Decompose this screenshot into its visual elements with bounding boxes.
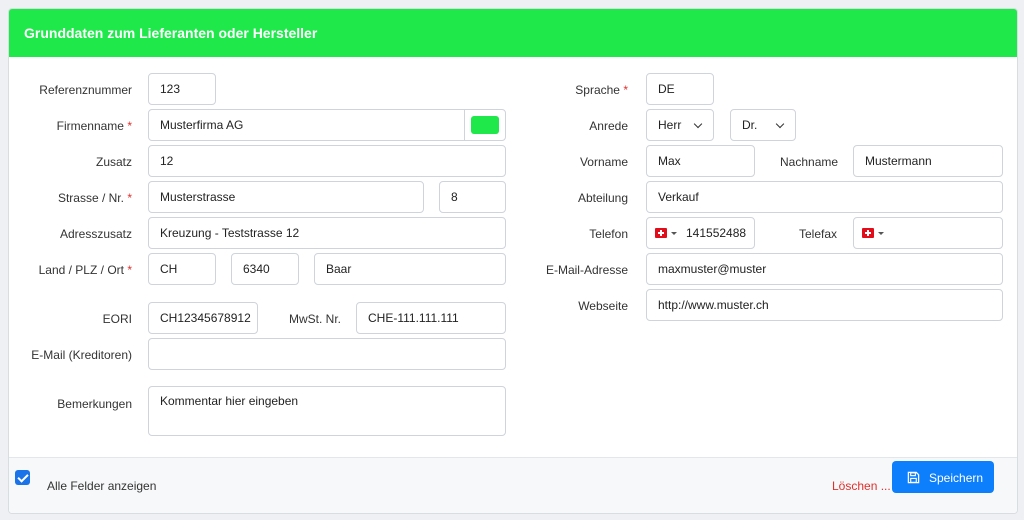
form-title: Grunddaten zum Lieferanten oder Herstell…	[24, 25, 318, 41]
land-plz-ort-label: Land / PLZ / Ort *	[38, 263, 132, 277]
vorname-input[interactable]: Max	[646, 145, 755, 177]
title-value: Dr.	[742, 118, 758, 132]
telefax-label: Telefax	[799, 227, 838, 241]
abteilung-label: Abteilung	[577, 191, 628, 205]
telefon-value: 141552488	[686, 226, 747, 240]
vorname-label: Vorname	[579, 155, 628, 169]
adresszusatz-input[interactable]: Kreuzung - Teststrasse 12	[148, 217, 506, 249]
ort-input[interactable]: Baar	[314, 253, 506, 285]
firmenname-label: Firmenname *	[56, 119, 132, 133]
strasse-label: Strasse / Nr. *	[57, 191, 132, 205]
anrede-label: Anrede	[589, 119, 628, 133]
mwst-input[interactable]: CHE-111.111.111	[356, 302, 506, 334]
plz-input[interactable]: 6340	[231, 253, 299, 285]
sprache-label: Sprache *	[575, 83, 628, 97]
show-all-fields-label[interactable]: Alle Felder anzeigen	[47, 479, 156, 493]
referenznummer-input[interactable]: 123	[148, 73, 216, 105]
caret-down-icon	[671, 232, 677, 235]
mwst-label: MwSt. Nr.	[289, 312, 342, 326]
floppy-disk-icon	[907, 471, 920, 484]
eori-label: EORI	[102, 312, 132, 326]
email-kreditoren-label: E-Mail (Kreditoren)	[31, 348, 132, 362]
anrede-value: Herr	[658, 118, 682, 132]
save-button[interactable]: Speichern	[892, 461, 994, 493]
telefon-label: Telefon	[589, 227, 628, 241]
zusatz-input[interactable]: 12	[148, 145, 506, 177]
referenznummer-label: Referenznummer	[39, 83, 132, 97]
abteilung-input[interactable]: Verkauf	[646, 181, 1003, 213]
form-header: Grunddaten zum Lieferanten oder Herstell…	[9, 9, 1017, 57]
delete-link[interactable]: Löschen ...	[832, 479, 891, 493]
webseite-input[interactable]: http://www.muster.ch	[646, 289, 1003, 321]
zusatz-label: Zusatz	[95, 155, 132, 169]
swiss-flag-icon[interactable]	[862, 228, 874, 238]
supplier-form-card: Grunddaten zum Lieferanten oder Herstell…	[8, 8, 1018, 514]
email-input[interactable]: maxmuster@muster	[646, 253, 1003, 285]
show-all-fields-checkbox[interactable]	[15, 470, 30, 485]
caret-down-icon	[878, 232, 884, 235]
color-picker-button[interactable]	[464, 109, 506, 141]
eori-input[interactable]: CH12345678912	[148, 302, 258, 334]
firmenname-input[interactable]: Musterfirma AG	[148, 109, 466, 141]
save-label: Speichern	[929, 471, 984, 485]
anrede-select[interactable]: Herr	[646, 109, 714, 141]
country-input[interactable]: CH	[148, 253, 216, 285]
nachname-input[interactable]: Mustermann	[853, 145, 1003, 177]
adresszusatz-label: Adresszusatz	[59, 227, 132, 241]
email-kreditoren-input[interactable]	[148, 338, 506, 370]
nachname-label: Nachname	[780, 155, 839, 169]
swiss-flag-icon[interactable]	[655, 228, 667, 238]
email-label: E-Mail-Adresse	[545, 263, 628, 277]
bemerkungen-label: Bemerkungen	[57, 397, 132, 411]
street-input[interactable]: Musterstrasse	[148, 181, 424, 213]
sprache-input[interactable]: DE	[646, 73, 714, 105]
webseite-label: Webseite	[578, 299, 628, 313]
telefax-input[interactable]	[853, 217, 1003, 249]
telefon-input[interactable]: 141552488	[646, 217, 755, 249]
color-swatch-icon	[471, 116, 499, 134]
title-select[interactable]: Dr.	[730, 109, 796, 141]
house-number-input[interactable]: 8	[439, 181, 506, 213]
bemerkungen-textarea[interactable]: Kommentar hier eingeben	[148, 386, 506, 436]
